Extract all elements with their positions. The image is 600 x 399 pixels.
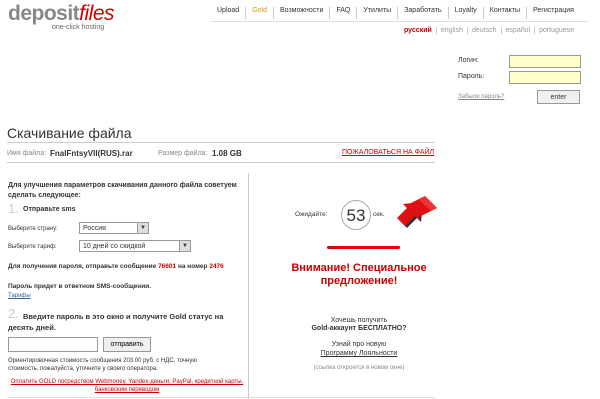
password-label: Пароль:	[458, 73, 485, 80]
enter-button[interactable]: enter	[537, 90, 580, 104]
chevron-down-icon: ▼	[179, 241, 190, 251]
lang-portuguese[interactable]: portuguese	[534, 27, 578, 34]
lang-espanol[interactable]: español	[500, 27, 535, 34]
nav-contacts[interactable]: Контакты	[482, 7, 526, 19]
seconds-unit: сек.	[373, 211, 385, 218]
nav-register[interactable]: Регистрация	[526, 7, 580, 19]
report-file-link[interactable]: ПОЖАЛОВАТЬСЯ НА ФАЙЛ	[342, 149, 434, 156]
logo-accent: files	[79, 2, 115, 25]
nav-gold[interactable]: Gold	[245, 7, 273, 19]
nav-upload[interactable]: Upload	[211, 7, 245, 19]
country-label: Выберите страну:	[8, 226, 58, 232]
country-select[interactable]: Россия ▼	[79, 222, 149, 234]
filename-value: FnalFntsyVII(RUS).rar	[50, 149, 133, 158]
login-input[interactable]	[509, 55, 581, 68]
arrow-icon	[397, 196, 437, 228]
offer-gold-free: Gold-аккаунт БЕСПЛАТНО?	[311, 325, 407, 332]
sms-intro: Для улучшения параметров скачивания данн…	[8, 182, 237, 199]
country-value: Россия	[83, 224, 106, 232]
lang-russian[interactable]: русский	[400, 27, 436, 34]
title-divider	[7, 142, 435, 143]
language-selector: русский english deutsch español portugue…	[400, 27, 578, 34]
new-window-note: (ссылка откроется в новом окне)	[313, 365, 405, 371]
step1-number: 1.	[8, 201, 19, 216]
sms-number: 2476	[209, 263, 224, 270]
nav-loyalty[interactable]: Loyalty	[447, 7, 483, 19]
filesize-value: 1.08 GB	[212, 149, 242, 158]
bottom-divider	[7, 397, 435, 398]
lang-english[interactable]: english	[435, 27, 467, 34]
offer-want: Хочешь получить	[330, 317, 388, 324]
login-label: Логин:	[458, 57, 479, 64]
password-code-input[interactable]	[8, 337, 98, 352]
tagline: one-click hosting	[52, 24, 105, 31]
nav-features[interactable]: Возможности	[272, 7, 329, 19]
tariff-label: Выберите тариф:	[8, 244, 57, 250]
wait-label: Ожидайте:	[295, 211, 328, 218]
send-text-1: Для получения пароля, отправьте сообщени…	[8, 263, 157, 270]
nav-earn[interactable]: Заработать	[397, 7, 447, 19]
info-divider	[7, 162, 435, 163]
reply-text: Пароль придет в ответном SMS-сообщении.	[8, 283, 152, 290]
logo[interactable]: depositfiles	[8, 2, 115, 26]
tariffs-link[interactable]: Тарифы	[8, 293, 31, 299]
password-input[interactable]	[509, 71, 581, 84]
step1-title: Отправьте sms	[23, 206, 76, 213]
send-text-2: на номер	[177, 263, 208, 270]
special-offer-title: Внимание! Специальное предложение!	[291, 262, 427, 287]
filename-label: Имя файла:	[7, 150, 47, 157]
nav-divider	[211, 21, 588, 22]
top-navigation: Upload Gold Возможности FAQ Утилиты Зара…	[211, 7, 580, 19]
tariff-select[interactable]: 10 дней со скидкой ▼	[79, 240, 191, 252]
sms-code: 76601	[158, 263, 177, 270]
page-title: Скачивание файла	[7, 125, 132, 141]
countdown-timer: 53	[341, 200, 371, 230]
filesize-label: Размер файла:	[158, 150, 208, 157]
separator-bar	[327, 246, 400, 249]
step2-title: Введите пароль в это окно и получите Gol…	[8, 312, 224, 332]
nav-utilities[interactable]: Утилиты	[356, 7, 397, 19]
send-button[interactable]: отправить	[103, 337, 151, 352]
tariff-value: 10 дней со скидкой	[83, 242, 146, 250]
forgot-password-link[interactable]: Забыли пароль?	[458, 94, 504, 100]
sms-instructions: Для получения пароля, отправьте сообщени…	[8, 262, 243, 271]
chevron-down-icon: ▼	[137, 223, 148, 233]
sms-cost-note: Ориентировочная стоимость сообщения 203.…	[8, 358, 197, 372]
pay-gold-link[interactable]: Оплатить GOLD посредством Webmoney, Yand…	[8, 378, 246, 394]
loyalty-program-link[interactable]: Программу Лояльности	[284, 350, 434, 357]
lang-deutsch[interactable]: deutsch	[467, 27, 501, 34]
logo-main: deposit	[8, 2, 80, 25]
nav-faq[interactable]: FAQ	[329, 7, 356, 19]
offer-learn: Узнай про новую	[331, 341, 387, 348]
